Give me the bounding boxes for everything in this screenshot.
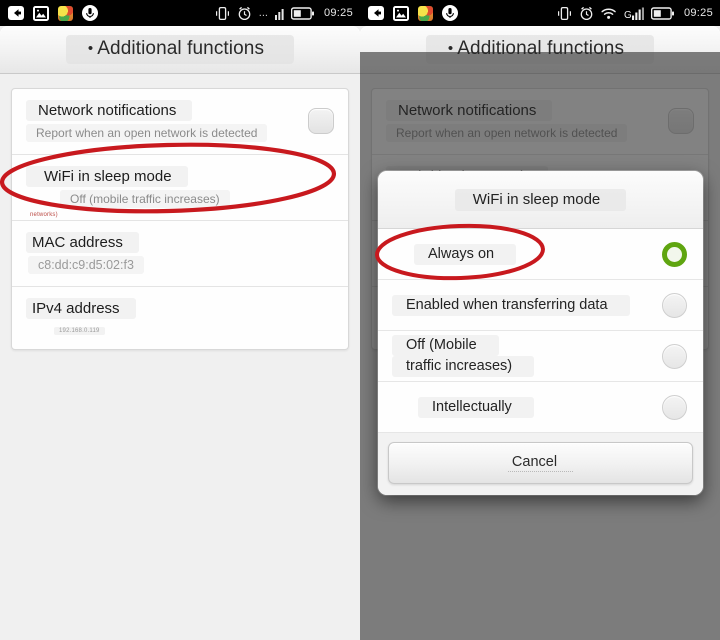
dialog-option-enabled-transferring[interactable]: Enabled when transferring data [378,280,703,331]
status-bar-right-icons-left: ... 09:25 [215,6,353,21]
app-icon[interactable] [58,5,73,21]
dialog-header: WiFi in sleep mode [378,171,703,229]
page-title-bar: • Additional functions [0,26,360,74]
right-phone-screen: G 09:25 • Additional functions WiFi in s… [360,0,720,640]
status-bar-right-icons-right: G 09:25 [557,6,713,21]
radio-always-on[interactable] [662,241,687,267]
status-bar-right: G 09:25 [360,0,720,26]
alarm-clock-icon [238,6,251,20]
setting-row-ipv4-address[interactable]: IPv4 address 192.168.0.119 [12,287,348,349]
wifi-icon [601,8,616,19]
status-bar-left-icons [8,5,98,21]
title-bullet-icon: • [87,40,94,58]
battery-icon [290,6,314,20]
microphone-icon[interactable] [82,5,98,21]
setting-subtitle: 192.168.0.119 [54,327,105,335]
radio-intellectually[interactable] [662,394,687,420]
setting-subtitle: Report when an open network is detected [26,124,268,142]
status-bar-time: 09:25 [683,7,713,19]
settings-page-left: • Additional functions Network notificati… [0,26,360,640]
page-title-text: Additional functions [97,38,265,59]
dual-screenshot-container: ... 09:25 • Additional functions Network… [0,0,720,640]
row-text: Network notifications Report when an ope… [26,100,298,142]
setting-title: Network notifications [26,100,193,121]
battery-icon [650,6,674,20]
vibrate-icon [557,6,571,20]
signal-bars-icon [274,8,284,20]
option-label: Off (Mobile traffic increases) [392,335,654,377]
gprs-signal-icon: G [624,7,644,20]
settings-page-right: •Additional functions Network notificati… [360,26,720,640]
page-title: • Additional functions [65,35,295,64]
dialog-footer: Cancel [378,433,703,495]
cancel-button[interactable]: Cancel [388,442,693,484]
back-arrow-icon[interactable] [368,5,384,21]
dialog-option-off-mobile[interactable]: Off (Mobile traffic increases) [378,331,703,382]
setting-title: IPv4 address [26,298,136,319]
status-bar-left: ... 09:25 [0,0,360,26]
svg-text:G: G [624,10,632,20]
dialog-option-always-on[interactable]: Always on [378,229,703,280]
status-bar-left-icons [368,5,458,21]
setting-row-mac-address[interactable]: MAC address c8:dd:c9:d5:02:f3 [12,221,348,287]
setting-subtitle: Off (mobile traffic increases) [60,190,230,208]
setting-title: MAC address [26,232,139,253]
option-label: Enabled when transferring data [392,294,654,316]
microphone-icon[interactable] [442,5,458,21]
settings-card: Network notifications Report when an ope… [11,88,349,350]
row-text: MAC address c8:dd:c9:d5:02:f3 [26,232,334,274]
wifi-sleep-mode-dialog: WiFi in sleep mode Always on Enabled whe… [378,171,703,495]
setting-row-network-notifications[interactable]: Network notifications Report when an ope… [12,89,348,155]
left-phone-screen: ... 09:25 • Additional functions Network… [0,0,360,640]
dialog-title: WiFi in sleep mode [454,188,627,211]
back-arrow-icon[interactable] [8,5,24,21]
photo-icon[interactable] [393,5,409,21]
network-notifications-toggle[interactable] [308,108,334,134]
setting-subtitle: c8:dd:c9:d5:02:f3 [28,256,144,274]
dialog-option-intellectually[interactable]: Intellectually [378,382,703,433]
signal-dots-icon: ... [258,6,268,19]
setting-title: WiFi in sleep mode [26,166,188,187]
row-text: IPv4 address 192.168.0.119 [26,298,334,337]
photo-icon[interactable] [33,5,49,21]
option-label: Intellectually [392,396,654,418]
vibrate-icon [215,6,229,20]
radio-enabled-when-transferring-data[interactable] [662,292,687,318]
artifact-text: networks) [30,212,58,218]
setting-row-wifi-sleep-mode[interactable]: WiFi in sleep mode Off (mobile traffic i… [12,155,348,221]
option-label: Always on [392,243,654,265]
alarm-clock-icon [580,6,593,20]
app-icon[interactable] [418,5,433,21]
cancel-button-label: Cancel [507,454,574,472]
radio-off-mobile-traffic-increases[interactable] [662,343,687,369]
row-text: WiFi in sleep mode Off (mobile traffic i… [26,166,334,208]
status-bar-time: 09:25 [323,7,353,19]
